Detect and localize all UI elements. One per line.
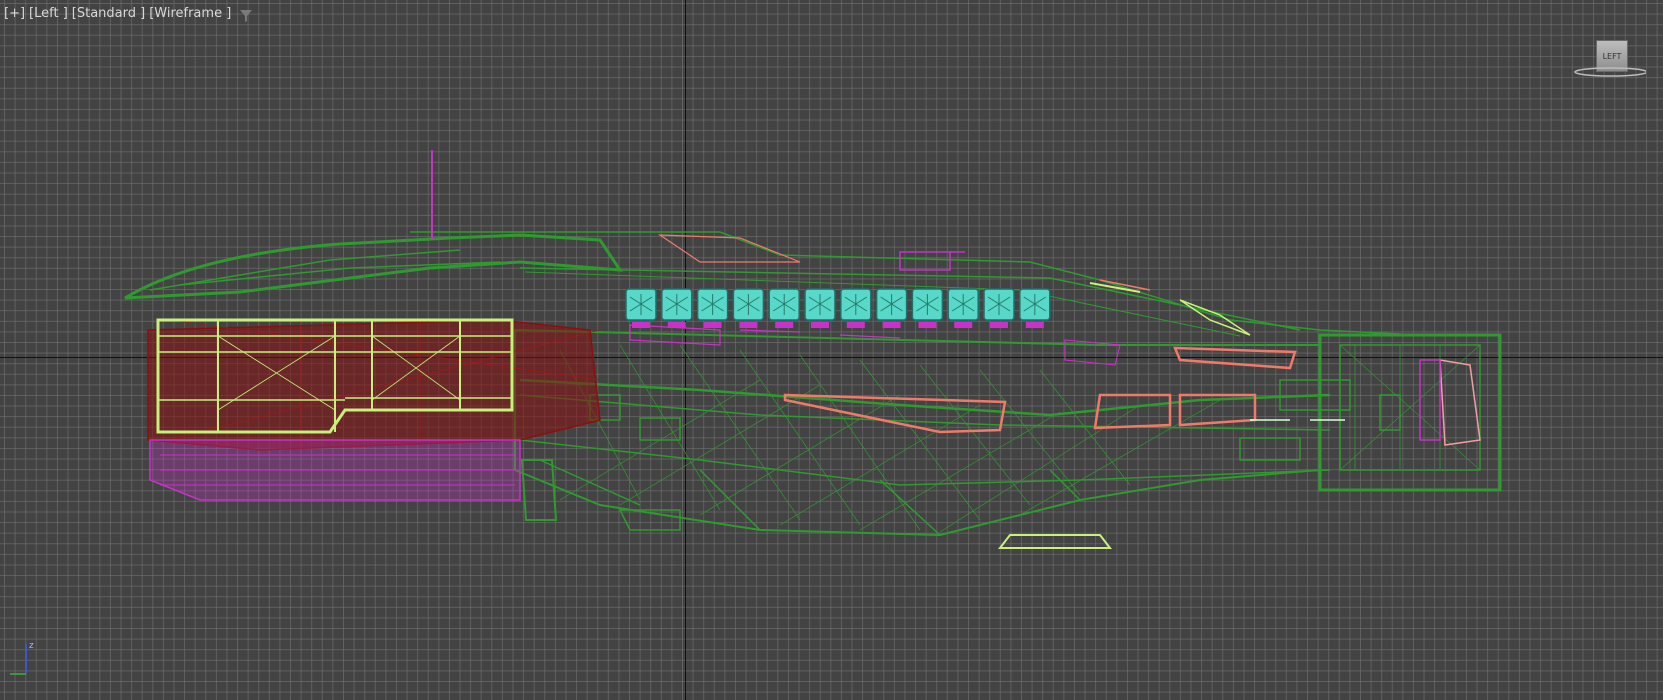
window-sill <box>954 322 973 328</box>
funnel-icon[interactable] <box>240 7 252 26</box>
window-sill <box>703 322 722 328</box>
viewport-plus-menu[interactable]: [+] <box>4 6 25 21</box>
viewport-point-of-view-menu[interactable]: [Left ] <box>29 6 68 21</box>
z-axis-label: z <box>29 641 34 651</box>
viewcube-compass-ring[interactable] <box>1568 64 1646 80</box>
window-sill <box>1025 322 1044 328</box>
window-sill <box>990 322 1008 328</box>
window-sill <box>882 322 901 328</box>
viewport-label[interactable]: [+] [Left ] [Standard ] [Wireframe ] <box>4 6 231 21</box>
engine-wireframe[interactable] <box>147 318 601 501</box>
viewport-shading-standard-menu[interactable]: [Standard ] <box>72 6 145 21</box>
window-sill <box>775 322 794 328</box>
viewport-left[interactable]: [+] [Left ] [Standard ] [Wireframe ] LEF… <box>0 0 1663 700</box>
viewcube-icon[interactable]: LEFT <box>1568 34 1646 82</box>
window-sill <box>918 322 937 328</box>
spaceship-wireframe-model[interactable] <box>0 0 1663 700</box>
window-sill <box>846 322 865 328</box>
window-row[interactable] <box>625 288 1051 328</box>
axis-tripod: z <box>8 638 38 682</box>
viewport-display-mode-menu[interactable]: [Wireframe ] <box>149 6 231 21</box>
window-sill <box>811 322 829 328</box>
window-sill <box>739 322 758 328</box>
